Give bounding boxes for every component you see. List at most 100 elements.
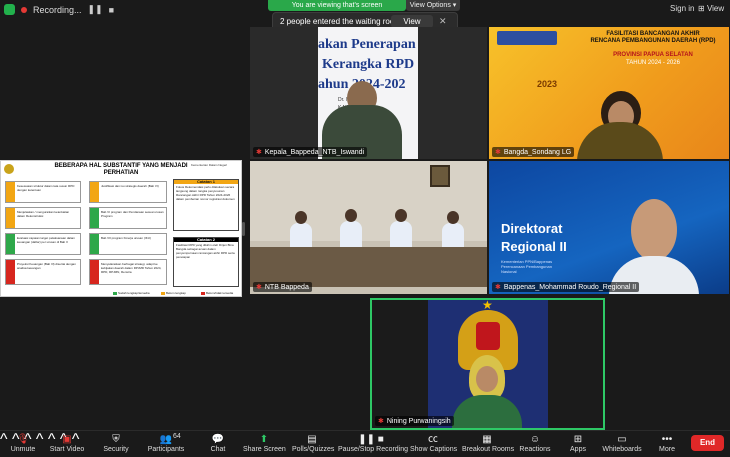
slide-box-color xyxy=(6,234,15,254)
province-label: PROVINSI PAPUA SELATAN xyxy=(613,52,693,58)
breakout-rooms-button[interactable]: ▦ Breakout Rooms xyxy=(462,433,514,453)
participant-nametag: ✱ Kepala_Bappeda_NTB_Iswandi xyxy=(253,147,368,157)
view-menu-button[interactable]: ⊞ View xyxy=(698,4,724,13)
video-tile[interactable]: Direktorat Regional II Kementerian PPN/B… xyxy=(489,161,729,294)
active-speaker-tile[interactable]: ★ ✱ Nining Purwaningsih xyxy=(370,298,605,430)
meeting-toolbar: 🎙︎ Unmute ^ ▣ Start Video ^ ⛨ Security 👥… xyxy=(0,430,730,457)
slide-box-text: Evaluasi capaian target pelaksanaan dala… xyxy=(17,236,76,244)
apps-label: Apps xyxy=(570,446,586,453)
slide-box-color xyxy=(6,182,15,202)
pause-recording-icon[interactable]: ❚❚ xyxy=(88,4,103,15)
share-screen-button[interactable]: ⬆ Share Screen xyxy=(243,433,286,453)
slide-box-color xyxy=(90,260,99,284)
security-shield-icon[interactable] xyxy=(4,4,15,15)
apps-button[interactable]: ⊞ Apps xyxy=(566,433,590,453)
background-subtitle: Kementerian PPN/Bappenas Perencanaan Pem… xyxy=(501,259,553,274)
start-video-button[interactable]: ▣ Start Video xyxy=(48,433,86,453)
note-box-2: Catatan 2 Fasilitasi RPD yang dikirim ol… xyxy=(173,237,239,287)
legend-swatch xyxy=(201,291,205,295)
share-screen-icon: ⬆ xyxy=(259,434,269,445)
recording-label: Recording... xyxy=(33,4,82,15)
header-line: FASILITASI BANCANGAN AKHIR xyxy=(606,31,700,37)
shared-screen[interactable]: BEBERAPA HAL SUBSTANTIF YANG MENJADI PER… xyxy=(0,160,242,297)
video-off-icon: ▣ xyxy=(62,434,72,445)
chevron-up-icon[interactable]: ^ xyxy=(0,431,8,448)
close-icon[interactable]: ✕ xyxy=(439,16,447,27)
slide-box-text: Bab VI program dan Pendanaan sesuai urus… xyxy=(101,210,164,218)
legend-label: Sudah lengkap/tersedia xyxy=(118,291,150,295)
share-screen-label: Share Screen xyxy=(243,446,286,453)
slide-box-color xyxy=(90,208,99,228)
more-label: More xyxy=(659,446,675,453)
view-options-button[interactable]: View Options ▾ xyxy=(406,0,460,11)
pause-stop-icon: ❚❚ ■ xyxy=(358,434,384,445)
slide-box-text: Bab VII program Kinerja urusan (IKU) xyxy=(101,236,151,240)
chat-icon: 💬 xyxy=(211,434,225,445)
captions-icon: ㏄ xyxy=(428,434,438,445)
end-meeting-button[interactable]: End xyxy=(691,435,724,451)
slide-box-2: Menjelaskan / menguraikan keterkaitan da… xyxy=(5,207,81,229)
year-label: 2023 xyxy=(537,79,558,89)
muted-mic-icon: ✱ xyxy=(495,149,501,156)
person-head xyxy=(345,209,357,222)
organization-logo xyxy=(497,31,557,45)
participants-icon: 👥 xyxy=(159,434,173,445)
muted-mic-icon: ✱ xyxy=(256,284,262,291)
person-head xyxy=(395,209,407,222)
muted-mic-icon: ✱ xyxy=(256,149,262,156)
participant-nametag: ✱ Bangda_Sondang LG xyxy=(492,147,575,157)
show-captions-button[interactable]: ㏄ Show Captions xyxy=(410,433,457,453)
participant-name: Bappenas_Mohammad Roudo_Regional II xyxy=(503,283,637,291)
participants-label: Participants xyxy=(147,446,185,453)
more-button[interactable]: ••• More xyxy=(656,433,678,453)
more-icon: ••• xyxy=(661,434,673,445)
emblem-shield xyxy=(476,322,500,350)
participant-nametag: ✱ Bappenas_Mohammad Roudo_Regional II xyxy=(492,282,640,292)
slide-box-color xyxy=(6,208,15,228)
sign-in-link[interactable]: Sign in xyxy=(670,4,694,13)
video-tile[interactable]: akan Penerapan Kerangka RPD ahun 2024-20… xyxy=(250,27,487,159)
slide-line: akan Penerapan xyxy=(318,37,416,52)
reactions-icon: ☺ xyxy=(529,434,541,445)
participant-nametag: ✱ NTB Bappeda xyxy=(253,282,312,292)
person-head xyxy=(295,211,307,224)
participant-head xyxy=(631,199,677,261)
slide-box-8: Menyelaraskan berbagai strategi, adapt k… xyxy=(89,259,167,285)
legend-swatch xyxy=(113,291,117,295)
muted-mic-icon: ✱ xyxy=(495,284,501,291)
header-line: RENCANA PEMBANGUNAN DAERAH (RPD) xyxy=(590,38,716,44)
video-tile[interactable]: ✱ NTB Bappeda xyxy=(250,161,487,294)
recording-indicator: Recording... ❚❚ ■ xyxy=(4,4,114,15)
whiteboards-button[interactable]: ▭ Whiteboards xyxy=(602,433,642,453)
participants-count: 64 xyxy=(173,433,181,440)
legend-item: Belum lengkap xyxy=(161,291,186,295)
security-button[interactable]: ⛨ Security xyxy=(100,433,132,453)
chat-button[interactable]: 💬 Chat xyxy=(206,433,230,453)
polls-button[interactable]: ▤ Polls/Quizzes xyxy=(292,433,335,453)
video-tile[interactable]: FASILITASI BANCANGAN AKHIR RENCANA PEMBAN… xyxy=(489,27,729,159)
legend-label: Belum lengkap xyxy=(166,291,186,295)
participants-button[interactable]: 👥 Participants xyxy=(144,433,188,453)
recording-dot-icon xyxy=(21,6,27,13)
pause-recording-label: Pause/Stop Recording xyxy=(338,446,409,453)
legend-swatch xyxy=(161,291,165,295)
muted-mic-icon: 🎙︎ xyxy=(16,434,30,445)
shield-icon: ⛨ xyxy=(112,434,120,445)
note-text: Fokus Rekomendasi perlu dilakukan secara… xyxy=(176,185,235,201)
pause-recording-button[interactable]: ❚❚ ■ Pause/Stop Recording xyxy=(338,433,409,453)
slide-box-text: Kesesuaian struktur dalam tata susun RPD… xyxy=(17,184,75,192)
panel-resize-handle[interactable] xyxy=(242,222,245,236)
slide-line: Kerangka RPD xyxy=(322,57,415,72)
slide-box-4: Proyeksi Keuangan (Bab III) disertai den… xyxy=(5,259,81,285)
slide-box-text: Justifikasi dan isu strategis daerah (Ba… xyxy=(101,184,159,188)
polls-label: Polls/Quizzes xyxy=(292,446,335,453)
waiting-room-message: 2 people entered the waiting room xyxy=(280,17,401,26)
unmute-button[interactable]: 🎙︎ Unmute xyxy=(8,433,38,453)
muted-mic-icon: ✱ xyxy=(378,418,384,425)
period-label: TAHUN 2024 - 2026 xyxy=(626,60,680,66)
reactions-button[interactable]: ☺ Reactions xyxy=(518,433,552,453)
start-video-label: Start Video xyxy=(49,446,85,453)
legend-item: Sudah lengkap/tersedia xyxy=(113,291,150,295)
slide-box-6: Bab VI program dan Pendanaan sesuai urus… xyxy=(89,207,167,229)
stop-recording-icon[interactable]: ■ xyxy=(109,5,114,15)
